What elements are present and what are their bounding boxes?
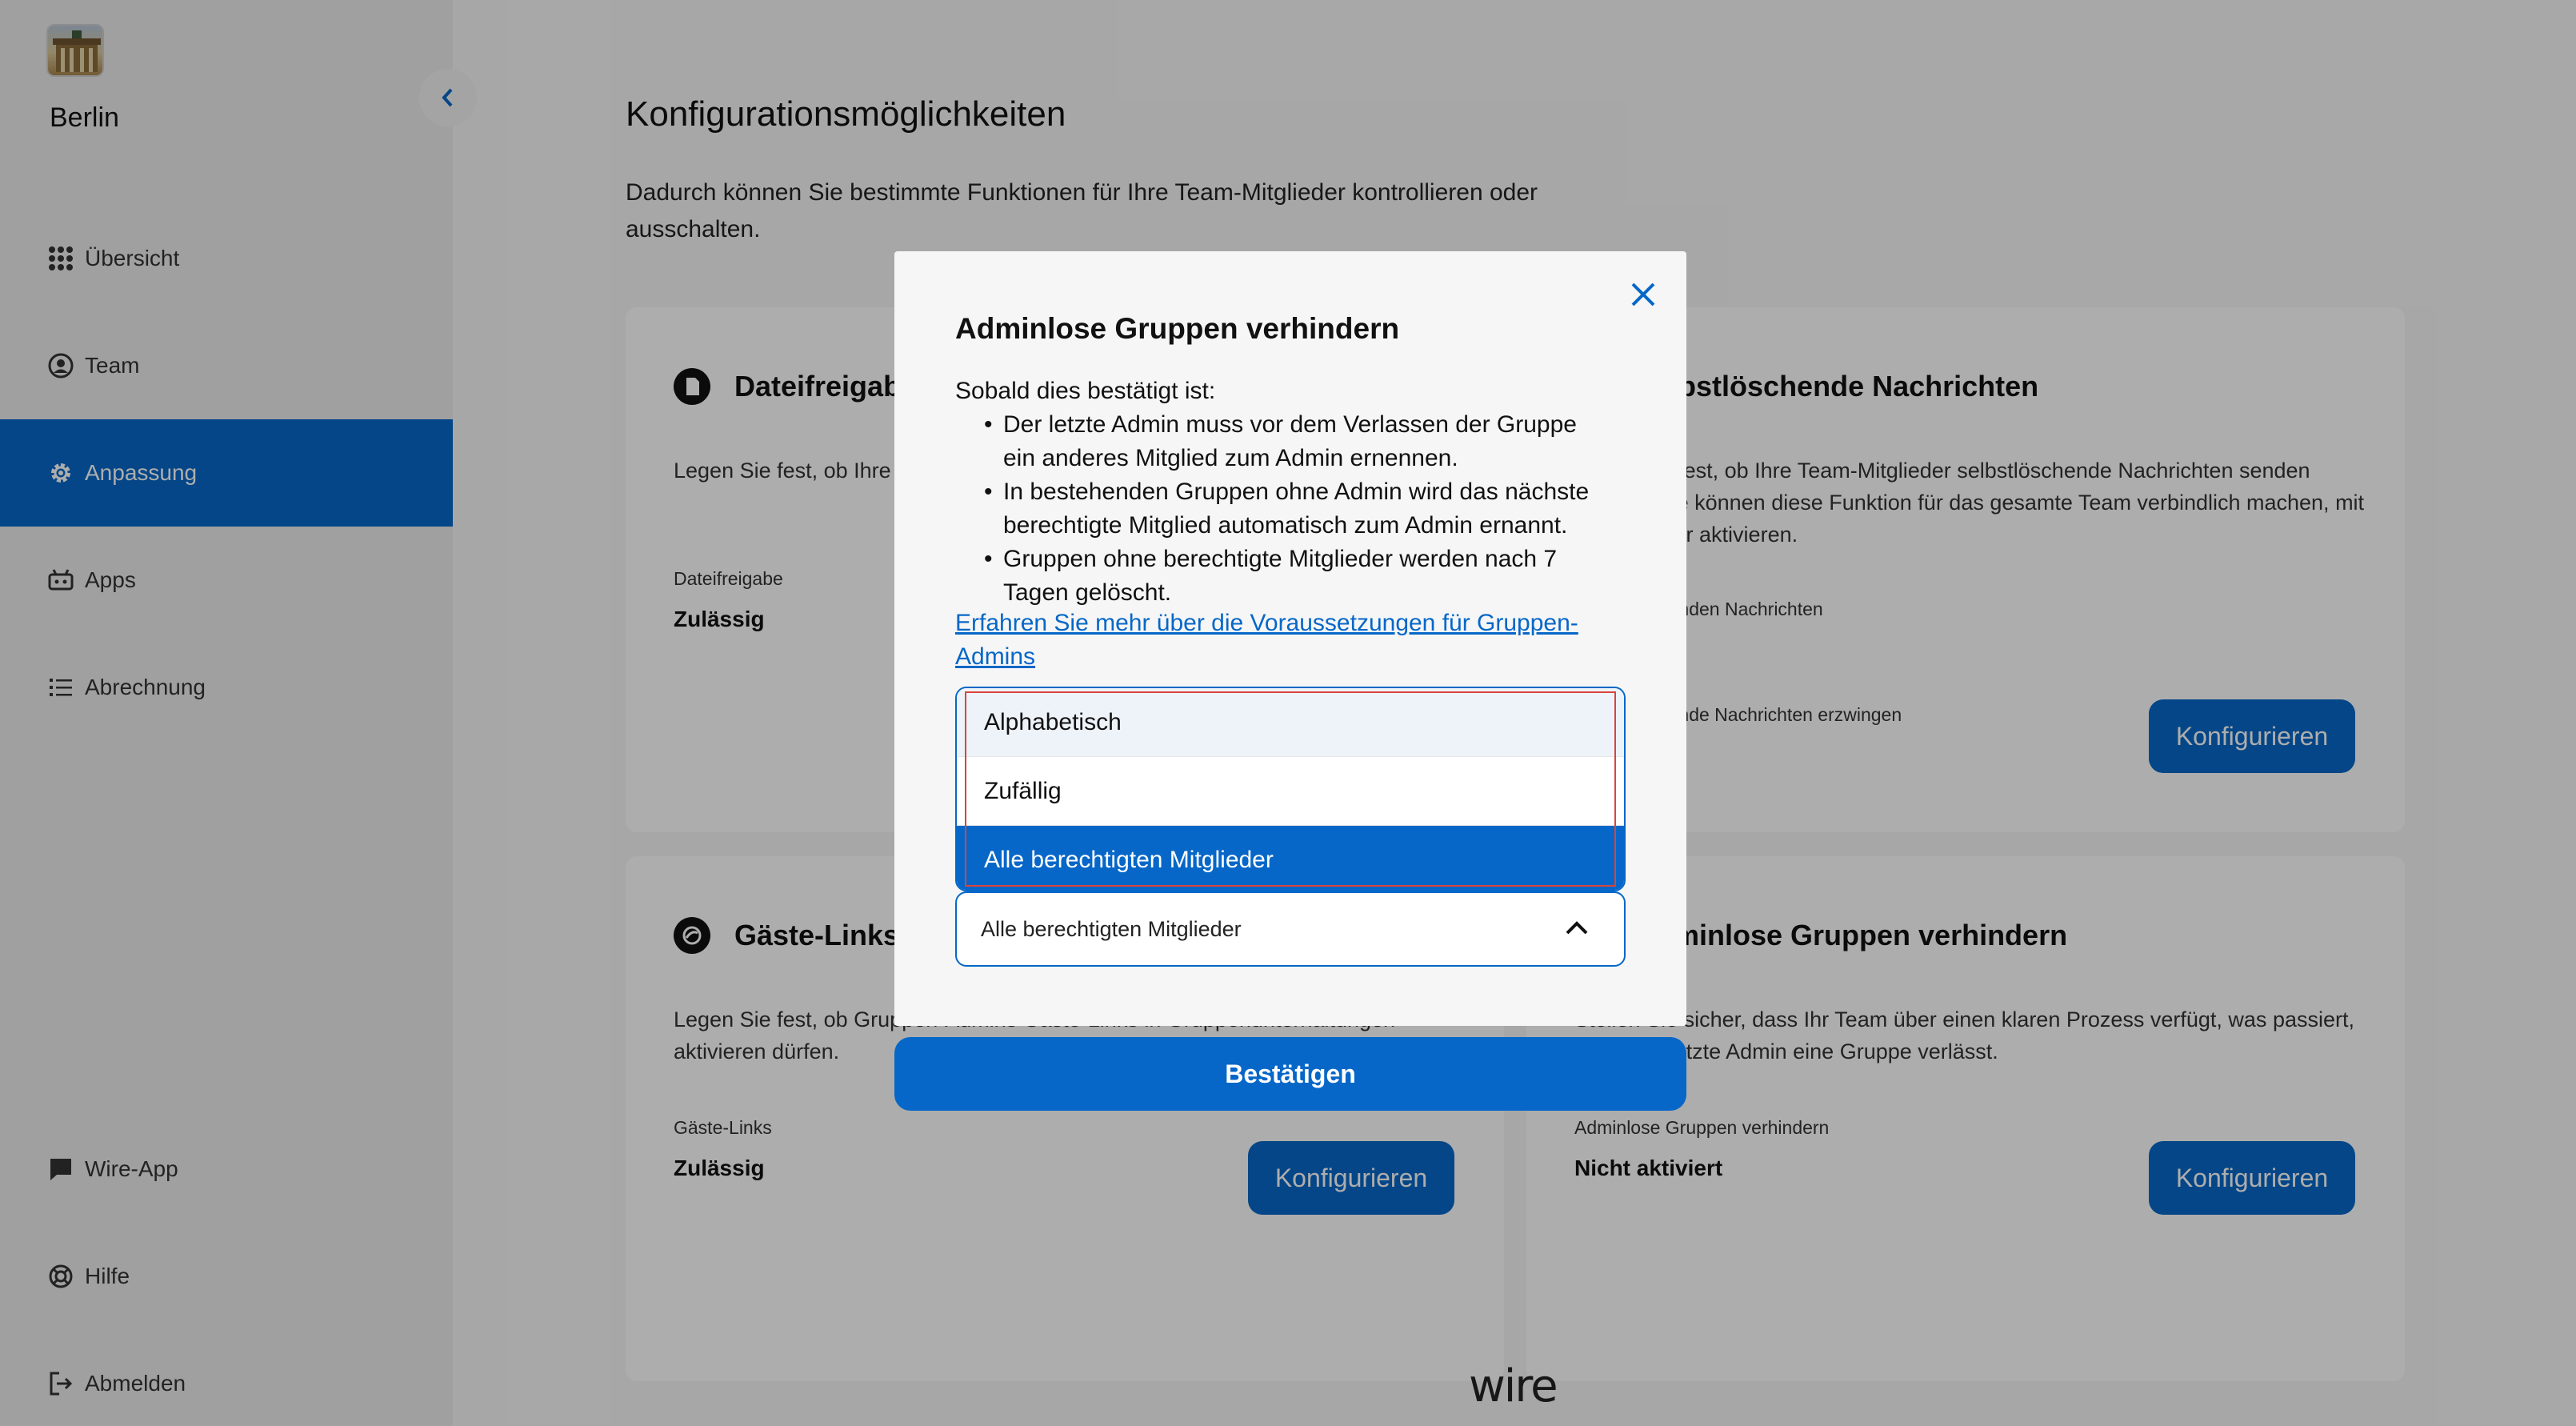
dropdown-option-all-eligible[interactable]: Alle berechtigten Mitglieder — [957, 826, 1624, 890]
modal-intro: Sobald dies bestätigt ist: — [955, 378, 1216, 404]
list-item: In bestehenden Gruppen ohne Admin wird d… — [984, 475, 1611, 543]
adminless-groups-modal: Adminlose Gruppen verhindern Sobald dies… — [894, 251, 1686, 1026]
dropdown-option-alphabetical[interactable]: Alphabetisch — [957, 688, 1624, 757]
selected-value: Alle berechtigten Mitglieder — [981, 916, 1242, 941]
dropdown-option-random[interactable]: Zufällig — [957, 757, 1624, 826]
dropdown-options: Alphabetisch Zufällig Alle berechtigten … — [955, 687, 1626, 891]
confirm-button[interactable]: Bestätigen — [894, 1037, 1686, 1111]
list-item: Gruppen ohne berechtigte Mitglieder werd… — [984, 543, 1611, 610]
modal-bullets: Der letzte Admin muss vor dem Verlassen … — [955, 408, 1611, 610]
chevron-up-icon — [1563, 917, 1590, 942]
admin-selection-dropdown[interactable]: Alle berechtigten Mitglieder — [955, 891, 1626, 967]
learn-more-link[interactable]: Erfahren Sie mehr über die Voraussetzung… — [955, 607, 1611, 674]
list-item: Der letzte Admin muss vor dem Verlassen … — [984, 408, 1611, 475]
close-button[interactable] — [1621, 272, 1666, 317]
close-icon — [1631, 282, 1655, 306]
modal-title: Adminlose Gruppen verhindern — [955, 312, 1400, 345]
modal-body: Sobald dies bestätigt ist: Der letzte Ad… — [955, 375, 1611, 610]
